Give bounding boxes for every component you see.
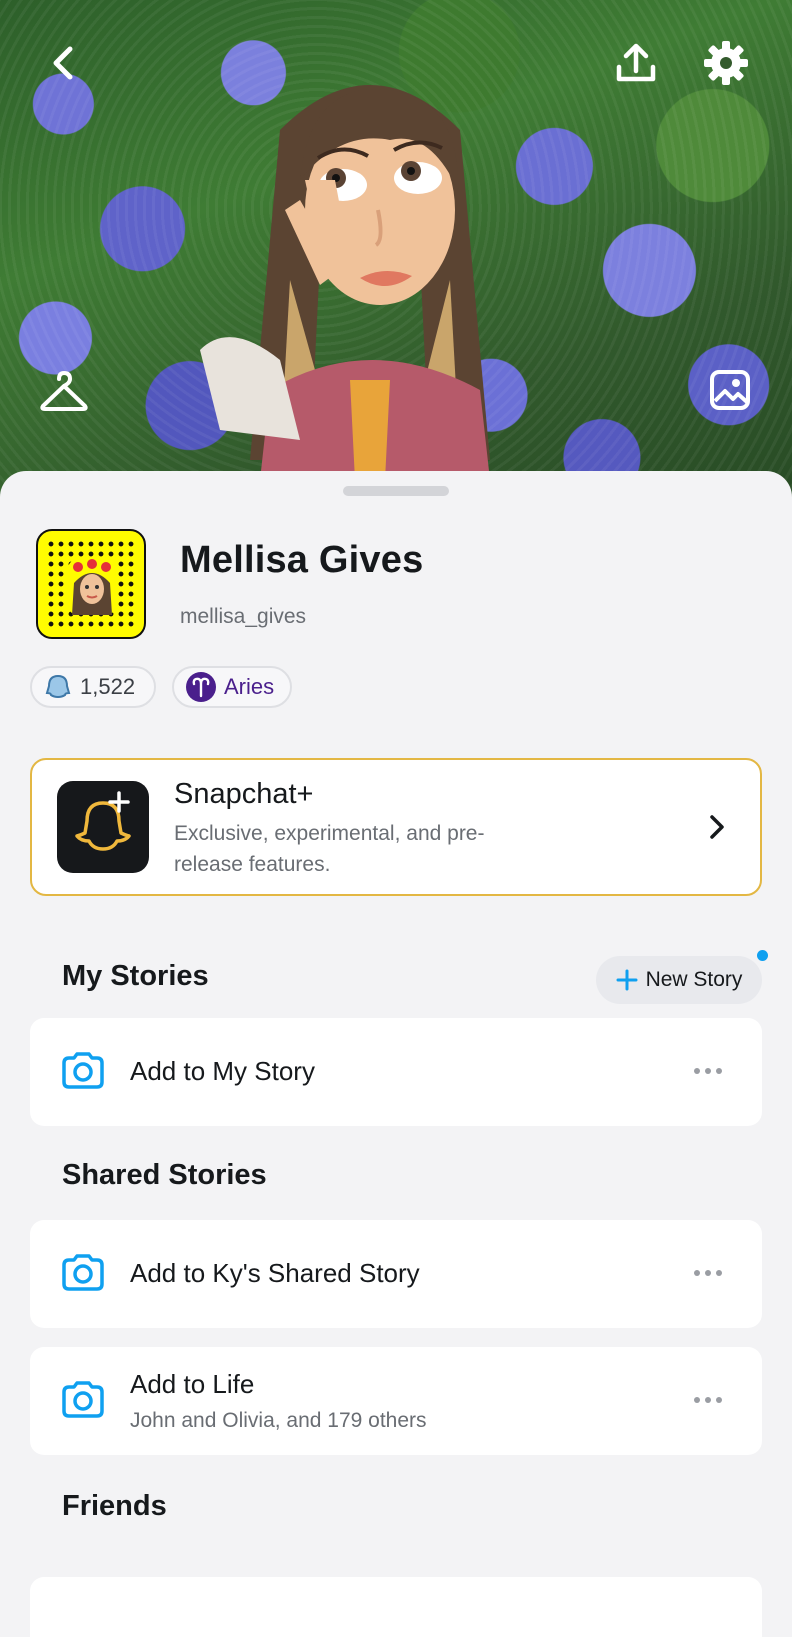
zodiac-pill[interactable]: Aries — [172, 666, 292, 708]
notification-dot — [757, 950, 768, 961]
gear-icon — [704, 41, 748, 85]
add-to-my-story-row[interactable]: Add to My Story — [30, 1018, 762, 1126]
upload-icon — [616, 43, 656, 82]
change-background-button[interactable] — [704, 364, 756, 416]
chevron-right-icon — [710, 815, 724, 839]
camera-icon — [62, 1381, 104, 1418]
username: mellisa_gives — [180, 605, 307, 628]
edit-outfit-button[interactable] — [36, 364, 92, 420]
back-button[interactable] — [40, 40, 86, 86]
image-icon — [710, 370, 750, 410]
plus-icon — [616, 969, 638, 991]
profile-background — [0, 0, 792, 520]
snapcode[interactable] — [36, 529, 146, 639]
new-story-label: New Story — [645, 968, 743, 991]
my-stories-heading: My Stories — [62, 960, 209, 992]
new-story-button[interactable]: New Story — [596, 956, 762, 1004]
shared-stories-heading: Shared Stories — [62, 1159, 267, 1191]
profile-sheet: Mellisa Gives mellisa_gives 1,522 Aries … — [0, 471, 792, 1637]
zodiac-sign: Aries — [224, 674, 275, 699]
ghost-score-icon — [45, 674, 71, 699]
chevron-left-icon — [53, 46, 73, 80]
display-name: Mellisa Gives — [180, 539, 424, 581]
add-to-life-row[interactable]: Add to Life John and Olivia, and 179 oth… — [30, 1347, 762, 1455]
more-options-icon[interactable] — [694, 1068, 722, 1074]
share-profile-button[interactable] — [606, 36, 666, 90]
hanger-icon — [40, 371, 88, 411]
aries-icon — [186, 672, 216, 702]
friends-card[interactable] — [30, 1577, 762, 1637]
settings-button[interactable] — [696, 36, 756, 90]
snapchat-plus-description: Exclusive, experimental, and pre-release… — [174, 822, 485, 876]
story-row-label: Add to My Story — [130, 1056, 315, 1086]
more-options-icon[interactable] — [694, 1270, 722, 1276]
story-row-label: Add to Ky's Shared Story — [130, 1258, 420, 1288]
snap-score: 1,522 — [80, 674, 136, 699]
bitmoji-avatar — [200, 85, 490, 480]
snapchat-plus-card[interactable]: Snapchat+ Exclusive, experimental, and p… — [30, 758, 762, 896]
camera-icon — [62, 1254, 104, 1291]
snapcode-bitmoji — [68, 559, 116, 615]
story-row-label: Add to Life — [130, 1369, 255, 1399]
add-to-shared-story-row[interactable]: Add to Ky's Shared Story — [30, 1220, 762, 1328]
friends-heading: Friends — [62, 1490, 167, 1522]
story-row-subtitle: John and Olivia, and 179 others — [130, 1409, 427, 1432]
sheet-drag-handle[interactable] — [343, 486, 449, 496]
snapchat-plus-title: Snapchat+ — [174, 778, 314, 810]
camera-icon — [62, 1052, 104, 1089]
snapchat-plus-icon — [57, 781, 149, 873]
snap-score-pill[interactable]: 1,522 — [30, 666, 156, 708]
more-options-icon[interactable] — [694, 1397, 722, 1403]
